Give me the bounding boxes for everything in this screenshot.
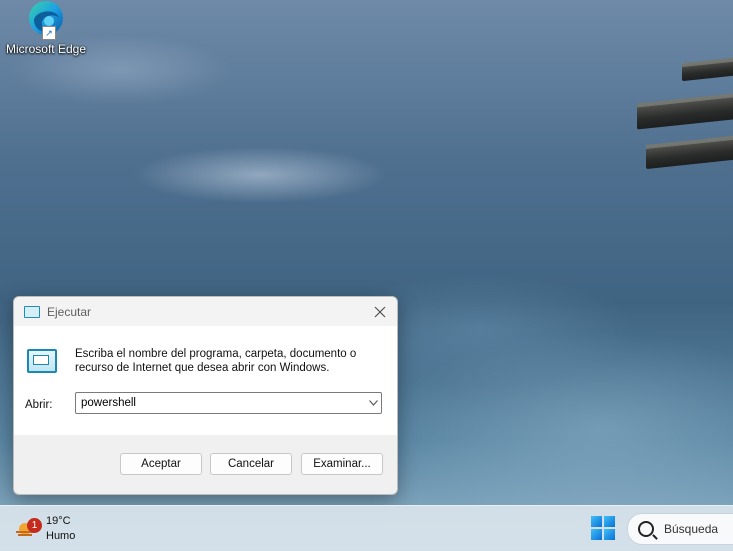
run-dialog: Ejecutar Escriba el nombre del programa,… <box>13 296 398 495</box>
dialog-title: Ejecutar <box>47 304 92 319</box>
start-button[interactable] <box>591 516 615 540</box>
wallpaper-pier <box>637 92 733 130</box>
desktop-icon-label: Microsoft Edge <box>5 42 87 56</box>
weather-condition: Humo <box>46 530 76 542</box>
weather-temperature: 19°C <box>46 515 71 527</box>
close-icon <box>374 306 386 317</box>
notification-badge: 1 <box>27 518 42 533</box>
dialog-description: Escriba el nombre del programa, carpeta,… <box>75 348 357 374</box>
run-icon <box>27 349 57 373</box>
browse-button[interactable]: Examinar... <box>301 453 383 475</box>
accept-button[interactable]: Aceptar <box>120 453 202 475</box>
cancel-button[interactable]: Cancelar <box>210 453 292 475</box>
close-button[interactable] <box>363 297 397 326</box>
run-app-icon <box>24 305 40 318</box>
search-placeholder: Búsqueda <box>664 522 719 536</box>
edge-icon: ↗ <box>26 0 66 40</box>
dialog-titlebar[interactable]: Ejecutar <box>14 297 397 326</box>
wallpaper-pier <box>646 134 733 170</box>
chevron-down-icon[interactable] <box>365 398 381 408</box>
open-input[interactable] <box>76 396 365 410</box>
search-icon <box>638 521 654 537</box>
taskbar-search[interactable]: Búsqueda <box>627 513 733 545</box>
wallpaper-pier <box>682 56 733 82</box>
open-combobox[interactable] <box>75 392 382 414</box>
windows-logo-pane <box>604 529 615 540</box>
weather-widget[interactable]: 1 19°C Humo <box>14 512 75 544</box>
windows-logo-pane <box>591 516 602 527</box>
open-label: Abrir: <box>25 399 53 411</box>
dialog-content: Escriba el nombre del programa, carpeta,… <box>14 326 397 435</box>
shortcut-arrow-icon: ↗ <box>42 26 56 40</box>
taskbar: 1 19°C Humo Búsqueda <box>0 505 733 551</box>
windows-logo-pane <box>604 516 615 527</box>
desktop-icon-microsoft-edge[interactable]: ↗ Microsoft Edge <box>4 0 88 56</box>
windows-logo-pane <box>591 529 602 540</box>
